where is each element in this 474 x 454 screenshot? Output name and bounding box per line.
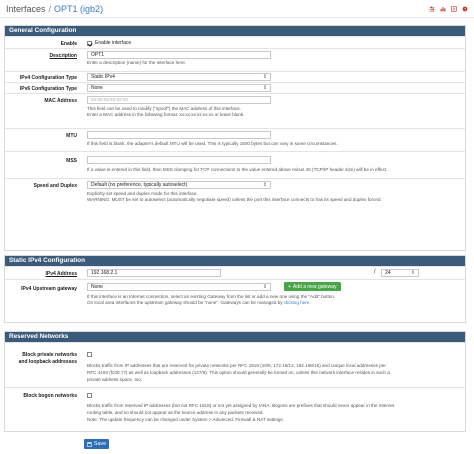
ipv4-type-row: IPv4 Configuration Type Static IPv4 ⇕ [5, 71, 465, 82]
ipv6-type-select[interactable]: None ⇕ [87, 84, 271, 92]
plus-icon: + [288, 283, 291, 290]
speed-row: Speed and Duplex Default (no preference,… [5, 178, 465, 209]
static-ipv4-title: Static IPv4 Configuration [5, 256, 465, 266]
reserved-networks-panel: Reserved Networks Block private networks… [4, 331, 466, 432]
mss-help: If a value is entered in this field, the… [87, 167, 388, 172]
breadcrumb-root[interactable]: Interfaces [6, 4, 46, 14]
speed-label: Speed and Duplex [33, 183, 77, 189]
cidr-value: 24 [385, 270, 391, 276]
block-bogon-help-1: Blocks traffic from reserved IP addresse… [87, 403, 395, 408]
gateways-link[interactable]: clicking here [284, 300, 310, 305]
gateway-select[interactable]: None ⇕ [87, 283, 271, 291]
mtu-row: MTU If this field is blank, the adapter'… [5, 128, 465, 151]
mtu-input[interactable] [87, 131, 271, 139]
block-bogon-help-3: Note: The update frequency can be change… [87, 417, 285, 422]
save-button[interactable]: Save [84, 439, 109, 449]
enable-checkbox-label[interactable]: Enable interface [95, 40, 131, 46]
general-configuration-panel: General Configuration Enable Enable inte… [4, 25, 466, 251]
enable-row: Enable Enable interface [5, 36, 465, 48]
description-label: Description [49, 53, 77, 59]
speed-select[interactable]: Default (no preference, typically autose… [87, 181, 271, 189]
sliders-icon[interactable] [429, 6, 435, 12]
speed-help-2: WARNING: MUST be set to autoselect (auto… [87, 197, 382, 202]
gateway-help-2: On local area interfaces the upstream ga… [87, 300, 311, 306]
general-configuration-title: General Configuration [5, 26, 465, 36]
gateway-help-2-suffix: . [309, 300, 311, 305]
ipv4-address-label: IPv4 Address [45, 271, 78, 277]
block-private-help-2: RFC 4193 (fc00::/7) as well as loopback … [87, 370, 390, 375]
save-icon [87, 441, 92, 447]
block-bogon-help-2: routing table, and so should not appear … [87, 410, 264, 415]
static-ipv4-panel: Static IPv4 Configuration IPv4 Address 1… [4, 255, 466, 323]
cidr-select[interactable]: 24 ⇕ [381, 269, 419, 277]
block-private-checkbox[interactable] [87, 352, 92, 358]
top-icons: ? [429, 5, 468, 12]
ipv6-type-row: IPv6 Configuration Type None ⇕ [5, 82, 465, 93]
ipv6-type-label: IPv6 Configuration Type [19, 86, 77, 92]
ipv4-type-label: IPv4 Configuration Type [19, 75, 77, 81]
bar-chart-icon[interactable] [440, 6, 446, 12]
help-icon[interactable]: ? [462, 6, 468, 12]
add-gateway-button[interactable]: + Add a new gateway [284, 282, 341, 291]
gateway-row: IPv4 Upstream gateway None ⇕ + Add a new g… [5, 279, 465, 313]
breadcrumb-current: OPT1 (igb2) [54, 3, 104, 14]
block-private-help-3: private address space, too. [87, 377, 143, 382]
ipv4-type-value: Static IPv4 [91, 74, 115, 80]
mtu-label: MTU [66, 133, 77, 139]
list-icon[interactable] [451, 5, 457, 12]
select-caret-icon: ⇕ [262, 85, 267, 91]
enable-label: Enable [60, 41, 77, 47]
mac-row: MAC Address xx:xx:xx:xx:xx:xx This field… [5, 93, 465, 128]
description-input[interactable]: OPT1 [87, 51, 271, 59]
ipv4-type-select[interactable]: Static IPv4 ⇕ [87, 73, 271, 81]
block-private-help-1: Blocks traffic from IP addresses that ar… [87, 363, 386, 368]
description-row: Description OPT1 Enter a description (na… [5, 48, 465, 71]
mss-label: MSS [66, 158, 77, 164]
top-bar: Interfaces / OPT1 (igb2) ? [0, 0, 474, 18]
block-bogon-checkbox[interactable] [87, 393, 92, 399]
gateway-value: None [91, 284, 103, 290]
block-bogon-row: Block bogon networks Blocks traffic from… [5, 387, 465, 432]
block-private-control [87, 352, 92, 358]
svg-text:?: ? [464, 7, 466, 11]
breadcrumb-separator: / [48, 3, 52, 14]
gateway-help-2-prefix: On local area interfaces the upstream ga… [87, 300, 284, 305]
enable-checkbox[interactable] [87, 40, 92, 46]
mac-label: MAC Address [44, 98, 77, 104]
add-gateway-label: Add a new gateway [292, 283, 337, 290]
ipv4-address-input[interactable]: 192.168.2.1 [87, 269, 221, 277]
description-help: Enter a description (name) for the inter… [87, 60, 187, 65]
mtu-help: If this field is blank, the adapter's de… [87, 141, 338, 146]
gateway-label: IPv4 Upstream gateway [21, 286, 77, 292]
select-caret-icon: ⇕ [410, 270, 415, 276]
mss-row: MSS If a value is entered in this field,… [5, 151, 465, 178]
enable-control: Enable interface [87, 40, 131, 46]
mac-input[interactable]: xx:xx:xx:xx:xx:xx [87, 96, 271, 104]
select-caret-icon: ⇕ [262, 74, 267, 80]
mss-input[interactable] [87, 156, 271, 164]
ipv4-address-row: IPv4 Address 192.168.2.1 / 24 ⇕ [5, 266, 465, 279]
select-caret-icon: ⇕ [262, 182, 267, 188]
mac-help-2: Enter a MAC address in the following for… [87, 112, 245, 117]
reserved-networks-title: Reserved Networks [5, 332, 465, 342]
block-private-row: Block private networks and loopback addr… [5, 342, 465, 387]
cidr-separator: / [374, 269, 376, 275]
block-bogon-control [87, 393, 92, 399]
save-label: Save [93, 441, 107, 447]
block-private-label-1: Block private networks [22, 352, 77, 358]
block-private-label-2: and loopback addresses [18, 359, 77, 365]
ipv6-type-value: None [91, 85, 103, 91]
select-caret-icon: ⇕ [262, 284, 267, 290]
block-bogon-label: Block bogon networks [23, 393, 77, 399]
speed-value: Default (no preference, typically autose… [91, 182, 188, 188]
